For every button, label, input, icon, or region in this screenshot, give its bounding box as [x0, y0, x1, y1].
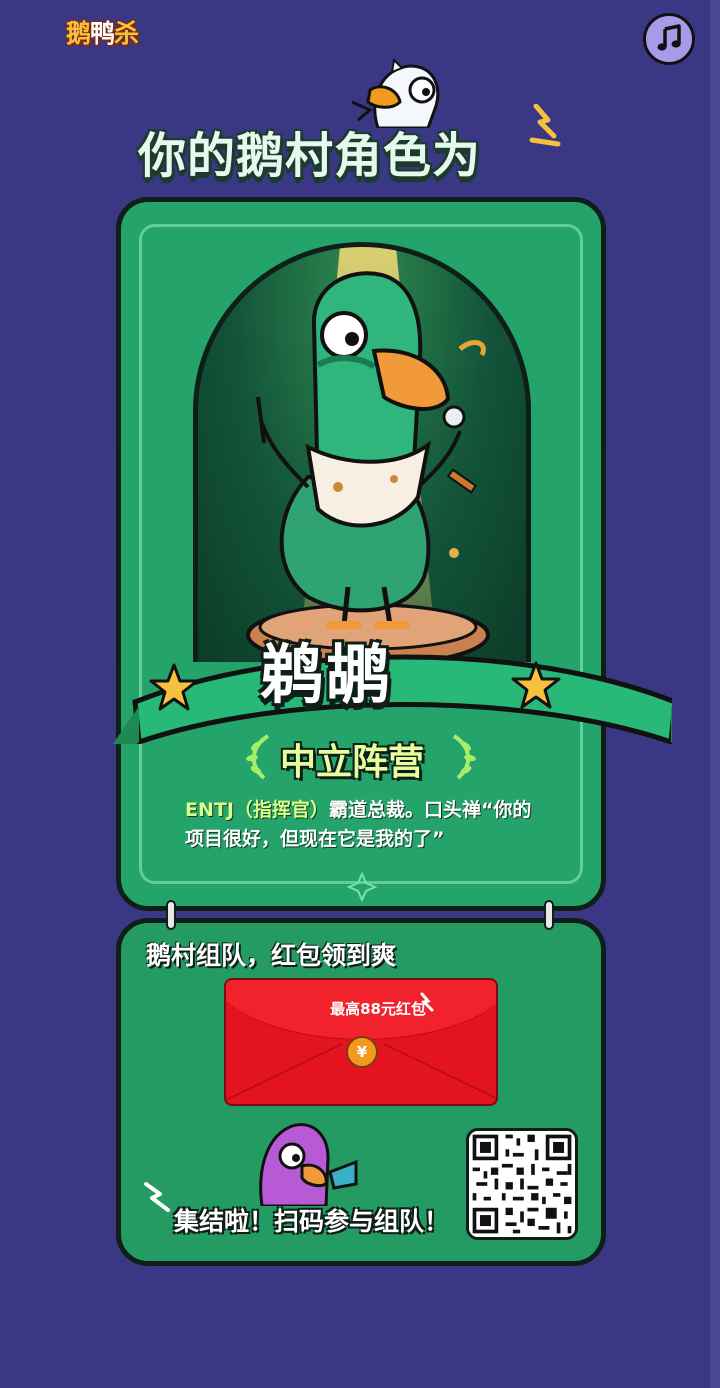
camp-label: 中立阵营 — [280, 742, 425, 783]
star-icon-left — [149, 663, 199, 711]
spark-icon-left — [144, 1182, 170, 1212]
card-emblem-icon — [347, 872, 377, 902]
team-title: 鹅村组队，红包领到爽 — [146, 941, 397, 970]
mbti-role: （指挥官） — [233, 799, 329, 821]
logo-char-1: 鹅 — [66, 19, 91, 48]
character-arch — [193, 242, 531, 662]
pelican-character-illustration — [198, 271, 490, 662]
qr-code-pattern — [469, 1131, 575, 1237]
sparkle-icon — [420, 992, 434, 1012]
character-description: ENTJ（指挥官）霸道总裁。口头禅“你的项目很好，但现在它是我的了” — [185, 796, 545, 854]
star-icon-right — [511, 661, 561, 709]
rally-text: 集结啦！扫码参与组队！ — [174, 1207, 450, 1236]
scrollbar[interactable] — [710, 0, 720, 1388]
logo-char-2: 鸭 — [90, 19, 115, 48]
coin-icon: ¥ — [346, 1036, 378, 1068]
result-headline: 你的鹅村角色为 — [138, 128, 482, 184]
purple-goose-illustration — [259, 1123, 358, 1206]
red-packet-button[interactable]: 最高88元红包 ¥ — [224, 978, 498, 1106]
character-name: 鹈鹕 — [260, 639, 392, 713]
card-connector-left — [166, 900, 176, 930]
laurel-right-icon — [452, 734, 476, 780]
music-note-icon — [657, 24, 681, 51]
music-toggle-button[interactable] — [643, 13, 695, 65]
game-logo: 鹅鸭杀 — [66, 12, 139, 52]
logo-char-3: 杀 — [114, 19, 139, 48]
qr-code[interactable] — [466, 1128, 578, 1240]
page: 鹅鸭杀 你的鹅村角色为 鹈鹕 中立阵营 ENTJ（指挥官）霸道总裁。口头禅“你的… — [0, 0, 720, 1388]
card-connector-right — [544, 900, 554, 930]
laurel-left-icon — [246, 734, 270, 780]
mbti-type: ENTJ — [185, 799, 234, 821]
